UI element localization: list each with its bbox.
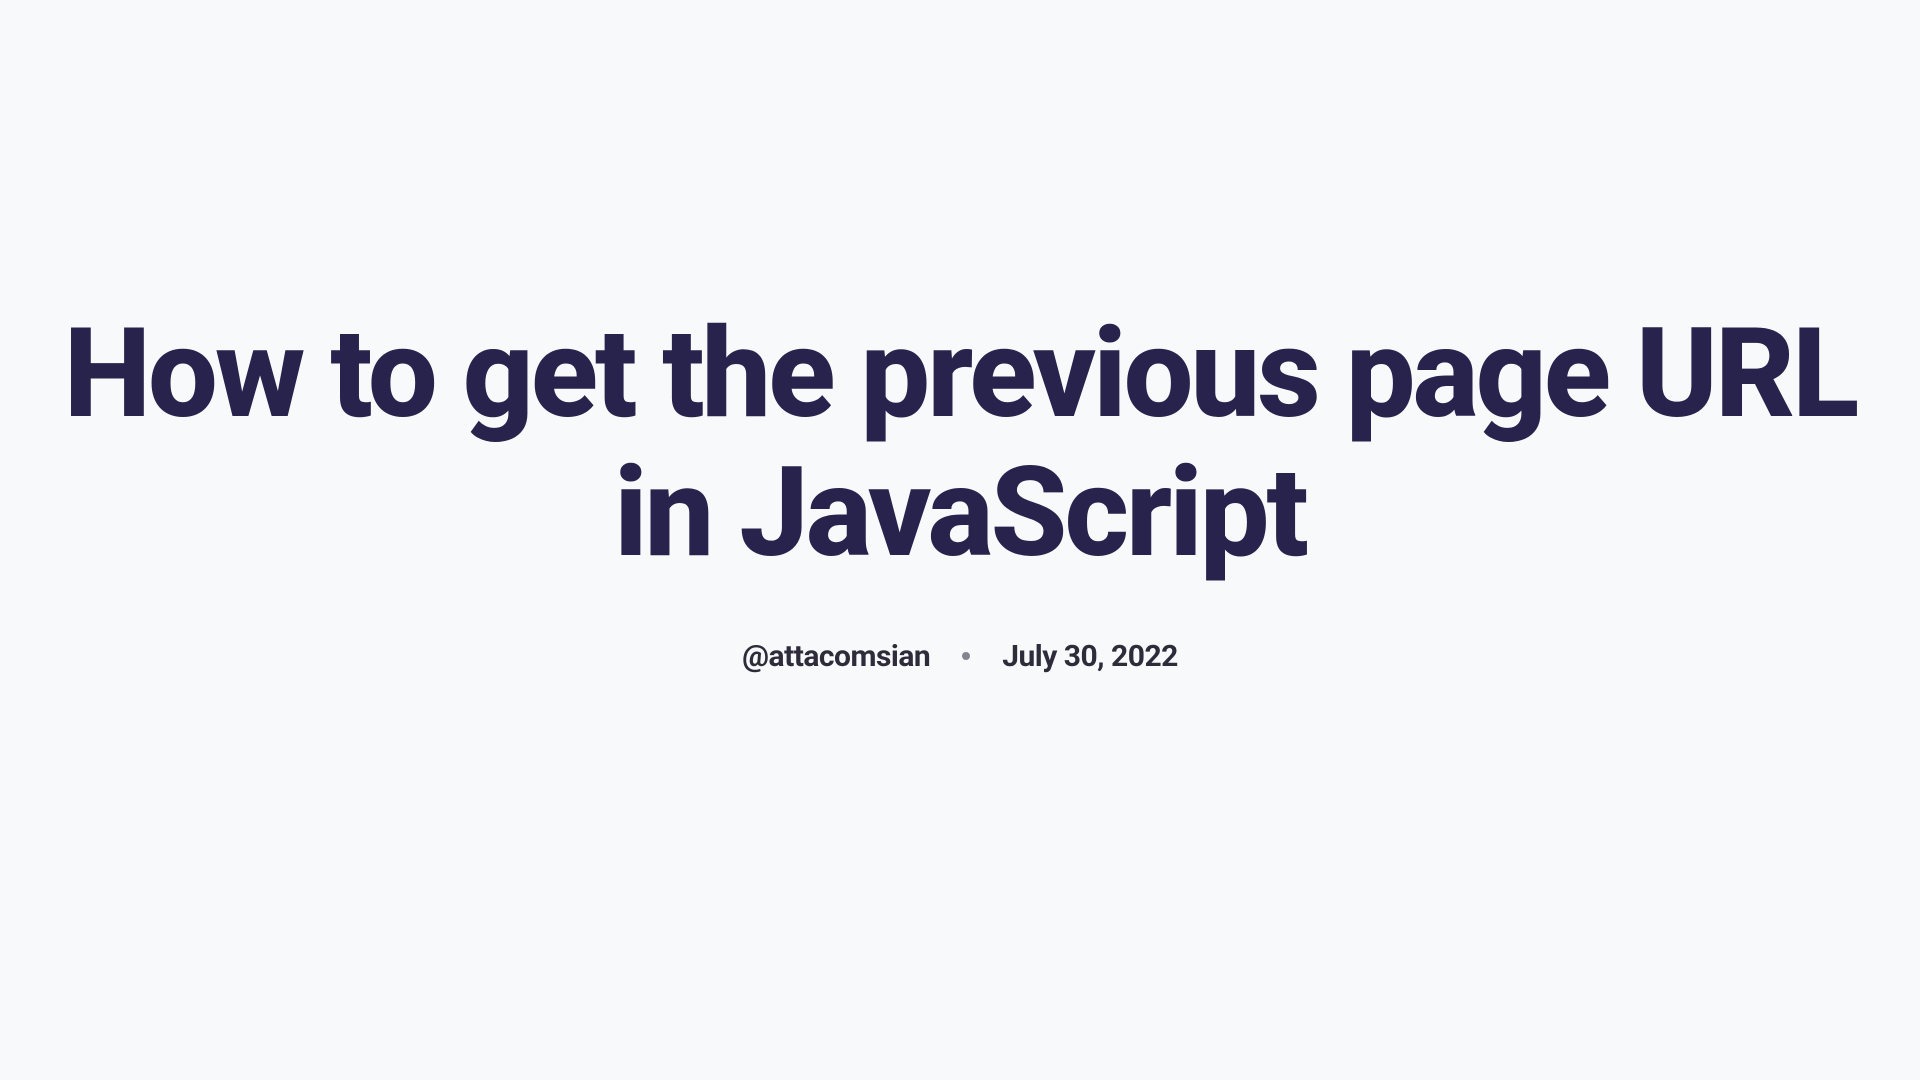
article-title: How to get the previous page URL in Java… [60, 306, 1860, 584]
content-container: How to get the previous page URL in Java… [0, 306, 1920, 674]
author-handle: @attacomsian [742, 639, 930, 674]
bullet-separator-icon [962, 652, 970, 660]
article-meta: @attacomsian July 30, 2022 [60, 639, 1860, 674]
publish-date: July 30, 2022 [1002, 639, 1178, 674]
